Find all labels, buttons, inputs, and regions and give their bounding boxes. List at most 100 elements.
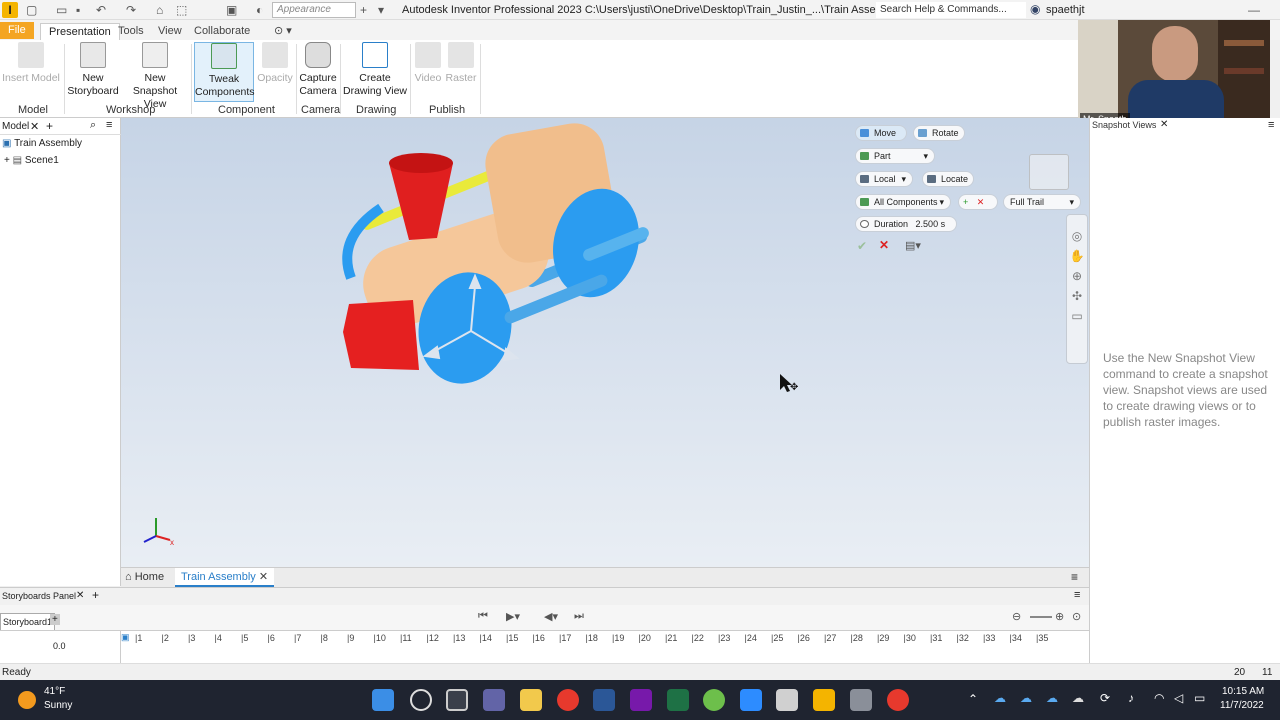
menu-icon[interactable]: ≡ (106, 119, 112, 131)
video-button[interactable]: Video (412, 42, 444, 85)
orbit-icon[interactable]: ✣ (1067, 289, 1087, 303)
opacity-button[interactable]: Opacity (256, 42, 294, 85)
snipping-tool-icon[interactable] (776, 689, 798, 711)
material-icon[interactable]: ▣ (226, 3, 237, 17)
storyboard-timeline[interactable]: 0.0 ▣ |1 |2 |3 |4 |5 |6 |7 |8 |9 |10 |11 |12 |13 |14 |… (0, 630, 1089, 664)
local-dropdown[interactable]: Local ▾ (855, 171, 913, 187)
cancel-x-icon[interactable]: ✕ (879, 238, 889, 252)
raster-button[interactable]: Raster (444, 42, 478, 85)
remove-trail-icon[interactable]: ✕ (977, 197, 985, 207)
clock-time[interactable]: 10:15 AM (1222, 686, 1264, 697)
zoom-out-icon[interactable]: ⊖ (1012, 610, 1021, 623)
end-icon[interactable]: ⏭ (574, 610, 584, 623)
appearance-dropdown[interactable]: Appearance (272, 2, 356, 18)
play-icon[interactable]: ▶▾ (506, 610, 520, 623)
search-icon[interactable] (410, 689, 432, 711)
app-icon[interactable] (703, 689, 725, 711)
search-icon[interactable]: ⌕ (90, 119, 96, 132)
part-dropdown[interactable]: Part ▾ (855, 148, 935, 164)
user-name[interactable]: spaethjt (1046, 4, 1085, 16)
move-button[interactable]: Move (855, 125, 907, 141)
clock-date[interactable]: 11/7/2022 (1220, 700, 1264, 711)
file-explorer-icon[interactable] (520, 689, 542, 711)
all-components-dropdown[interactable]: All Components ▾ (855, 194, 951, 210)
speaker-icon[interactable]: ◁ (1174, 691, 1183, 705)
save-icon[interactable]: ▪ (76, 3, 80, 17)
task-view-icon[interactable] (446, 689, 468, 711)
onedrive-icon-2[interactable]: ☁ (1020, 691, 1032, 705)
battery-icon[interactable]: ▭ (1194, 691, 1205, 705)
trail-add-remove-buttons[interactable]: + ✕ (958, 194, 998, 210)
pan-icon[interactable]: ✋ (1067, 249, 1087, 263)
tab-view[interactable]: View (150, 23, 190, 40)
ok-check-icon[interactable]: ✔ (857, 239, 867, 253)
calculator-icon[interactable] (850, 689, 872, 711)
chrome-profile-icon[interactable] (887, 689, 909, 711)
wifi-icon[interactable]: ◠ (1154, 691, 1164, 705)
rotate-button[interactable]: Rotate (913, 125, 965, 141)
chevron-up-icon[interactable]: ⌃ (968, 692, 978, 706)
excel-icon[interactable] (667, 689, 689, 711)
menu-icon[interactable]: ≡ (1071, 570, 1078, 584)
menu-icon[interactable]: ≡ (1074, 589, 1080, 601)
close-icon[interactable]: ✕ (30, 120, 39, 133)
cloud-icon[interactable]: ☁ (1072, 691, 1084, 705)
browser-tab-model[interactable]: Model (2, 121, 29, 132)
zoom-fit-icon[interactable]: ⊙ (1072, 610, 1081, 623)
close-icon[interactable]: ✕ (1160, 119, 1168, 130)
tab-tools[interactable]: Tools (110, 23, 152, 40)
new-storyboard-button[interactable]: New Storyboard (66, 42, 120, 98)
full-trail-dropdown[interactable]: Full Trail ▾ (1003, 194, 1081, 210)
microphone-icon[interactable]: ♪ (1128, 691, 1134, 705)
tab-train-assembly[interactable]: Train Assembly ✕ (175, 568, 275, 587)
zoom-icon[interactable]: ⊕ (1067, 269, 1087, 283)
duration-value[interactable]: 2.500 s (916, 219, 946, 229)
menu-icon[interactable]: ≡ (1268, 119, 1274, 131)
select-icon[interactable]: ⬚ (176, 3, 187, 17)
capture-camera-button[interactable]: Capture Camera (298, 42, 338, 98)
storyboard-tab[interactable]: Storyboard1 (0, 613, 56, 630)
tree-item-scene1[interactable]: + ▤ Scene1 (4, 155, 59, 166)
onedrive-icon-3[interactable]: ☁ (1046, 691, 1058, 705)
rewind-icon[interactable]: ⏮ (478, 610, 488, 623)
tab-home[interactable]: ⌂ Home (125, 571, 164, 583)
ribbon-toggle-icon[interactable]: ⊙ ▾ (266, 23, 300, 40)
reverse-play-icon[interactable]: ◀▾ (544, 610, 558, 623)
tree-item-train-assembly[interactable]: ▣ Train Assembly (2, 138, 82, 149)
undo-icon[interactable]: ↶ (96, 3, 106, 17)
start-icon[interactable] (372, 689, 394, 711)
inventor-taskbar-icon[interactable] (813, 689, 835, 711)
sun-icon[interactable] (18, 691, 36, 709)
zoom-icon[interactable] (740, 689, 762, 711)
insert-model-button[interactable]: Insert Model (2, 42, 60, 85)
chrome-icon[interactable] (557, 689, 579, 711)
add-storyboard-icon[interactable]: + (50, 614, 60, 625)
word-icon[interactable] (593, 689, 615, 711)
look-at-icon[interactable]: ▭ (1067, 309, 1087, 323)
steering-wheel-icon[interactable]: ◎ (1067, 229, 1087, 243)
create-drawing-view-button[interactable]: Create Drawing View (342, 42, 408, 98)
add-trail-icon[interactable]: + (963, 197, 968, 207)
close-icon[interactable]: ✕ (259, 571, 268, 583)
close-icon[interactable]: ✕ (76, 590, 84, 601)
options-menu-icon[interactable]: ▤▾ (905, 239, 921, 252)
tab-presentation[interactable]: Presentation (40, 23, 120, 40)
tab-collaborate[interactable]: Collaborate (186, 23, 258, 40)
search-help-input[interactable]: Search Help & Commands... (876, 2, 1026, 18)
new-snapshot-view-button[interactable]: New Snapshot View (121, 42, 189, 111)
sync-icon[interactable]: ⟳ (1100, 691, 1110, 705)
zoom-slider[interactable] (1030, 616, 1052, 618)
graphics-viewport[interactable]: ✥ x Move Rotate Part ▾ Local ▾ Locate All … (121, 118, 1089, 567)
plus-icon[interactable]: + (360, 3, 367, 17)
navigation-bar[interactable]: ◎ ✋ ⊕ ✣ ▭ (1066, 214, 1088, 364)
redo-icon[interactable]: ↷ (126, 3, 136, 17)
minimize-icon[interactable]: — (1248, 3, 1260, 17)
inventor-app-icon[interactable]: I (2, 2, 18, 18)
weather-condition[interactable]: Sunny (44, 700, 72, 711)
expand-icon[interactable]: + (4, 155, 10, 166)
tweak-components-button[interactable]: Tweak Components (194, 42, 255, 102)
home-icon[interactable]: ⌂ (156, 3, 163, 17)
zoom-in-icon[interactable]: ⊕ (1055, 610, 1064, 623)
teams-chat-icon[interactable] (483, 689, 505, 711)
onenote-icon[interactable] (630, 689, 652, 711)
